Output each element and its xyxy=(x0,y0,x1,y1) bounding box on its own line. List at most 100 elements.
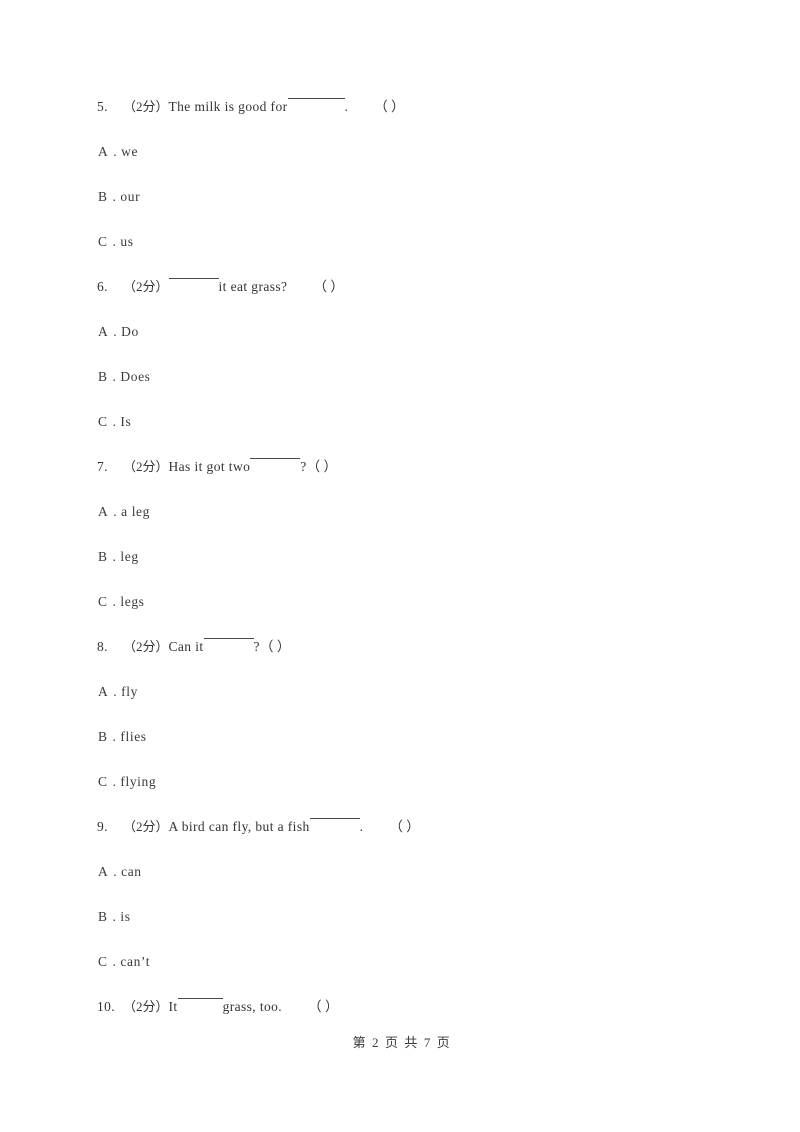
answer-blank-10[interactable] xyxy=(177,998,223,999)
option-letter: C xyxy=(98,774,108,789)
question-score-5: （2分） xyxy=(123,99,169,114)
question-score-6: （2分） xyxy=(123,279,169,294)
question-text-before-5: The milk is good for xyxy=(168,99,288,114)
answer-blank-7[interactable] xyxy=(250,458,301,459)
question-text-before-8: Can it xyxy=(168,639,204,654)
option-letter: A xyxy=(98,324,109,339)
option-text: is xyxy=(120,909,131,924)
question-block-5: 5. （2分） The milk is good for . （ ） A . w… xyxy=(97,98,717,280)
question-number-5: 5. xyxy=(97,99,108,114)
question-score-8: （2分） xyxy=(123,639,169,654)
answer-paren-8[interactable]: （ ） xyxy=(260,640,290,654)
question-block-8: 8. （2分） Can it ? （ ） A . fly B . flies C… xyxy=(97,638,717,820)
question-stem-8: 8. （2分） Can it ? （ ） xyxy=(97,638,717,685)
option-7-a[interactable]: A . a leg xyxy=(97,505,717,550)
answer-paren-5[interactable]: （ ） xyxy=(374,100,404,114)
answer-paren-10[interactable]: （ ） xyxy=(308,1000,338,1014)
option-8-b[interactable]: B . flies xyxy=(97,730,717,775)
option-7-b[interactable]: B . leg xyxy=(97,550,717,595)
option-text: Does xyxy=(120,369,151,384)
option-5-b[interactable]: B . our xyxy=(97,190,717,235)
question-text-after-10: grass, too. xyxy=(222,999,283,1014)
option-text: legs xyxy=(120,594,145,609)
answer-blank-5[interactable] xyxy=(287,98,345,99)
question-score-7: （2分） xyxy=(123,459,169,474)
answer-paren-6[interactable]: （ ） xyxy=(313,280,343,294)
option-letter: A xyxy=(98,864,109,879)
question-number-8: 8. xyxy=(97,639,108,654)
option-text: a leg xyxy=(121,504,150,519)
option-text: leg xyxy=(120,549,139,564)
option-8-c[interactable]: C . flying xyxy=(97,775,717,820)
option-7-c[interactable]: C . legs xyxy=(97,595,717,640)
question-list: 5. （2分） The milk is good for . （ ） A . w… xyxy=(97,98,717,1045)
option-dot: . xyxy=(113,144,118,159)
option-dot: . xyxy=(113,504,118,519)
question-stem-5: 5. （2分） The milk is good for . （ ） xyxy=(97,98,717,145)
option-dot: . xyxy=(112,414,117,429)
option-dot: . xyxy=(112,954,117,969)
option-9-a[interactable]: A . can xyxy=(97,865,717,910)
answer-blank-9[interactable] xyxy=(309,818,360,819)
question-block-6: 6. （2分） it eat grass? （ ） A . Do B . Doe… xyxy=(97,278,717,460)
answer-blank-6[interactable] xyxy=(168,278,219,279)
option-letter: B xyxy=(98,909,108,924)
option-6-c[interactable]: C . Is xyxy=(97,415,717,460)
option-dot: . xyxy=(112,189,117,204)
question-number-9: 9. xyxy=(97,819,108,834)
question-block-7: 7. （2分） Has it got two ? （ ） A . a leg B… xyxy=(97,458,717,640)
option-9-b[interactable]: B . is xyxy=(97,910,717,955)
option-dot: . xyxy=(113,684,118,699)
question-text-after-5: . xyxy=(344,99,349,114)
option-letter: B xyxy=(98,189,108,204)
question-number-7: 7. xyxy=(97,459,108,474)
option-dot: . xyxy=(112,774,117,789)
option-dot: . xyxy=(112,234,117,249)
option-5-a[interactable]: A . we xyxy=(97,145,717,190)
option-text: fly xyxy=(121,684,138,699)
question-text-before-7: Has it got two xyxy=(168,459,251,474)
option-text: us xyxy=(120,234,134,249)
option-9-c[interactable]: C . can’t xyxy=(97,955,717,1000)
option-letter: B xyxy=(98,369,108,384)
option-dot: . xyxy=(112,369,117,384)
option-letter: A xyxy=(98,684,109,699)
question-text-before-10: It xyxy=(168,999,178,1014)
answer-paren-7[interactable]: （ ） xyxy=(307,460,337,474)
option-dot: . xyxy=(112,549,117,564)
footer-text: 第 2 页 共 7 页 xyxy=(352,1035,452,1050)
option-6-b[interactable]: B . Does xyxy=(97,370,717,415)
option-letter: A xyxy=(98,504,109,519)
option-dot: . xyxy=(112,594,117,609)
option-dot: . xyxy=(112,909,117,924)
answer-paren-9[interactable]: （ ） xyxy=(389,820,419,834)
question-text-after-9: . xyxy=(359,819,364,834)
option-text: we xyxy=(121,144,139,159)
option-letter: B xyxy=(98,549,108,564)
question-text-after-6: it eat grass? xyxy=(218,279,288,294)
question-text-before-9: A bird can fly, but a fish xyxy=(168,819,310,834)
document-page: 5. （2分） The milk is good for . （ ） A . w… xyxy=(0,0,800,1132)
question-stem-7: 7. （2分） Has it got two ? （ ） xyxy=(97,458,717,505)
option-letter: C xyxy=(98,234,108,249)
option-text: can’t xyxy=(120,954,151,969)
page-footer: 第 2 页 共 7 页 xyxy=(0,1032,800,1051)
option-letter: C xyxy=(98,954,108,969)
question-number-10: 10. xyxy=(97,999,115,1014)
option-text: flies xyxy=(120,729,147,744)
option-text: Do xyxy=(121,324,139,339)
option-letter: C xyxy=(98,594,108,609)
option-8-a[interactable]: A . fly xyxy=(97,685,717,730)
option-letter: C xyxy=(98,414,108,429)
option-text: can xyxy=(121,864,142,879)
question-score-10: （2分） xyxy=(123,999,169,1014)
option-dot: . xyxy=(113,864,118,879)
option-5-c[interactable]: C . us xyxy=(97,235,717,280)
option-dot: . xyxy=(113,324,118,339)
option-text: flying xyxy=(120,774,157,789)
question-score-9: （2分） xyxy=(123,819,169,834)
question-stem-6: 6. （2分） it eat grass? （ ） xyxy=(97,278,717,325)
answer-blank-8[interactable] xyxy=(203,638,254,639)
option-text: Is xyxy=(120,414,132,429)
option-6-a[interactable]: A . Do xyxy=(97,325,717,370)
